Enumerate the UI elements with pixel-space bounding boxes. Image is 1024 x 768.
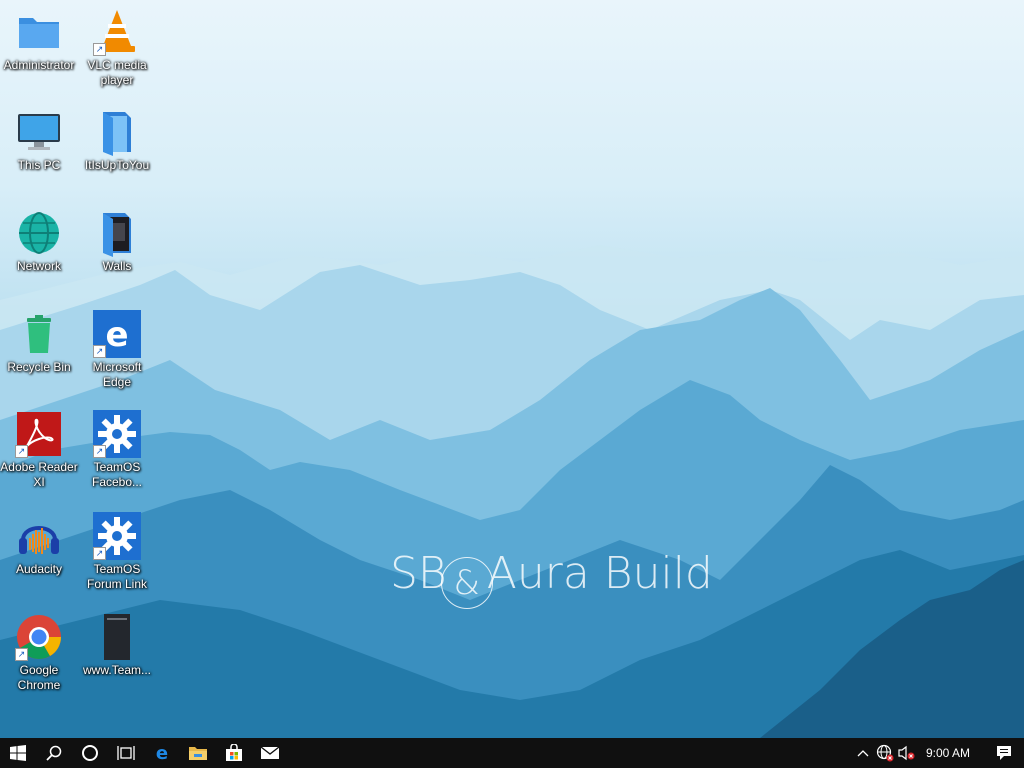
file-explorer-button[interactable]: [180, 738, 216, 768]
show-hidden-icons-chevron-up-icon[interactable]: [852, 738, 874, 768]
shortcut-arrow-icon: ↗: [15, 648, 28, 661]
desktop-icon-www-team[interactable]: www.Team...: [78, 613, 156, 678]
shortcut-arrow-icon: ↗: [93, 345, 106, 358]
monitor-icon: [15, 108, 63, 156]
mail-envelope-icon: [260, 746, 280, 759]
icon-label: www.Team...: [82, 663, 151, 677]
edge-button[interactable]: e: [144, 738, 180, 768]
network-globe-icon: [15, 209, 63, 257]
desktop-icon-network[interactable]: Network: [0, 209, 78, 274]
icon-label: Network: [16, 259, 61, 273]
system-tray: 9:00 AM: [852, 738, 1024, 768]
cortana-circle-icon: [82, 745, 98, 761]
watermark-text: SB & Aura Build: [390, 548, 713, 609]
document-dark-icon: [93, 613, 141, 661]
desktop-icon-vlc[interactable]: ↗ VLC media player: [78, 8, 156, 88]
icon-label: VLC media player: [87, 58, 147, 87]
store-button[interactable]: [216, 738, 252, 768]
notification-icon: [997, 746, 1011, 760]
cortana-button[interactable]: [72, 738, 108, 768]
icon-label: TeamOS Facebo...: [91, 460, 143, 489]
desktop-icon-itisuptoyou[interactable]: ItIsUpToYou: [78, 108, 156, 173]
action-center-button[interactable]: [984, 738, 1024, 768]
folder-blue-icon: [93, 108, 141, 156]
gear-icon: ↗: [93, 512, 141, 560]
shortcut-arrow-icon: ↗: [93, 445, 106, 458]
vlc-icon: ↗: [93, 8, 141, 56]
windows-logo-icon: [10, 745, 26, 761]
desktop-icon-microsoft-edge[interactable]: e ↗ Microsoft Edge: [78, 310, 156, 390]
search-button[interactable]: [36, 738, 72, 768]
desktop-icon-adobe-reader[interactable]: ↗ Adobe Reader XI: [0, 410, 78, 490]
icon-label: Administrator: [3, 58, 75, 72]
desktop-icon-google-chrome[interactable]: ↗ Google Chrome: [0, 613, 78, 693]
audacity-icon: [15, 512, 63, 560]
icon-label: Microsoft Edge: [92, 360, 142, 389]
desktop-icon-audacity[interactable]: Audacity: [0, 512, 78, 577]
icon-label: Google Chrome: [17, 663, 61, 692]
network-globe-disconnected-icon[interactable]: [874, 738, 896, 768]
mail-button[interactable]: [252, 738, 288, 768]
recycle-bin-icon: [15, 310, 63, 358]
task-view-button[interactable]: [108, 738, 144, 768]
desktop-icon-teamos-forum-link[interactable]: ↗ TeamOS Forum Link: [78, 512, 156, 592]
search-icon: [46, 745, 62, 761]
desktop-icon-administrator[interactable]: Administrator: [0, 8, 78, 73]
start-button[interactable]: [0, 738, 36, 768]
folder-walls-icon: [93, 209, 141, 257]
shortcut-arrow-icon: ↗: [15, 445, 28, 458]
desktop[interactable]: SB & Aura Build Administrator This PC Ne…: [0, 0, 1024, 738]
desktop-icon-teamos-facebook[interactable]: ↗ TeamOS Facebo...: [78, 410, 156, 490]
icon-label: Adobe Reader XI: [0, 460, 78, 489]
chrome-icon: ↗: [15, 613, 63, 661]
icon-label: This PC: [17, 158, 61, 172]
folder-icon: [189, 747, 207, 760]
shortcut-arrow-icon: ↗: [93, 43, 106, 56]
task-view-icon: [117, 746, 135, 760]
svg-text:e: e: [156, 743, 168, 763]
icon-label: Walls: [102, 259, 132, 273]
taskbar-clock[interactable]: 9:00 AM: [918, 746, 984, 760]
shortcut-arrow-icon: ↗: [93, 547, 106, 560]
desktop-icon-recycle-bin[interactable]: Recycle Bin: [0, 310, 78, 375]
edge-icon: e: [156, 743, 168, 763]
icon-label: ItIsUpToYou: [84, 158, 150, 172]
icon-label: TeamOS Forum Link: [86, 562, 148, 591]
taskbar: e 9:00 AM: [0, 738, 1024, 768]
desktop-icon-walls[interactable]: Walls: [78, 209, 156, 274]
svg-text:e: e: [105, 315, 128, 355]
folder-icon: [15, 8, 63, 56]
gear-icon: ↗: [93, 410, 141, 458]
icon-label: Recycle Bin: [7, 360, 71, 374]
volume-muted-icon[interactable]: [896, 738, 918, 768]
store-bag-icon: [226, 744, 242, 761]
edge-icon: e ↗: [93, 310, 141, 358]
icon-label: Audacity: [15, 562, 63, 576]
desktop-icon-this-pc[interactable]: This PC: [0, 108, 78, 173]
adobe-reader-icon: ↗: [15, 410, 63, 458]
